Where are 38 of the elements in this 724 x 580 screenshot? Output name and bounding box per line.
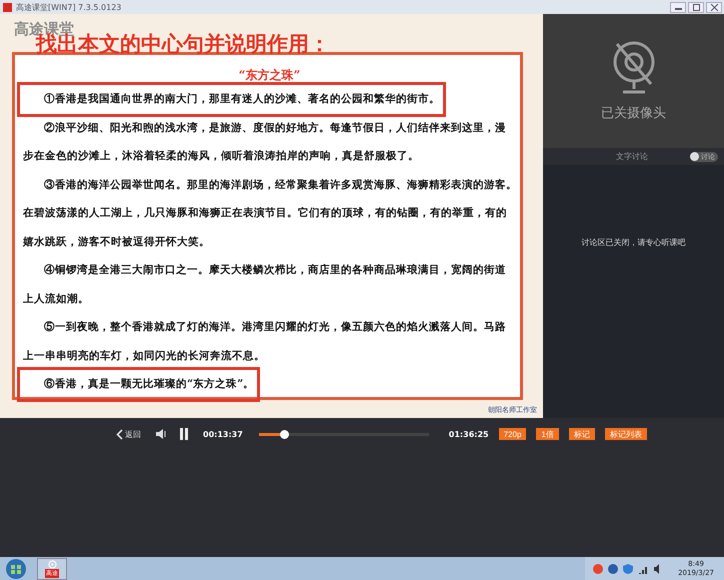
minimize-button[interactable] [670, 2, 686, 12]
paragraph-line: 步在金色的沙滩上，沐浴着轻柔的海风，倾听着浪涛拍岸的声响，真是舒服极了。 [23, 148, 419, 164]
paragraph-line: ③香港的海洋公园举世闻名。那里的海洋剧场，经常聚集着许多观赏海豚、海狮精彩表演的游客。 [43, 178, 517, 192]
window-title: 高途课堂[WIN7] 7.3.5.0123 [16, 2, 122, 12]
player-option-button[interactable]: 标记 [568, 428, 595, 440]
maximize-icon [692, 4, 700, 10]
discussion-tab[interactable]: 文字讨论 [616, 151, 648, 162]
pause-icon[interactable] [179, 428, 189, 440]
close-button[interactable] [706, 2, 722, 12]
camera-status: 已关摄像头 [601, 105, 666, 122]
paragraph-line: 上人流如潮。 [23, 292, 89, 306]
player-option-button[interactable]: 1倍 [536, 428, 559, 440]
close-icon [710, 4, 718, 10]
app-icon [3, 2, 12, 12]
progress-thumb[interactable] [280, 430, 290, 438]
back-button[interactable]: 返回 [116, 428, 141, 440]
paragraph-line: ④铜锣湾是全港三大闹市口之一。摩天大楼鳞次栉比，商店里的各种商品琳琅满目，宽阔的街道 [43, 262, 506, 278]
player-option-button[interactable]: 720p [498, 428, 526, 440]
discussion-notice: 讨论区已关闭，请专心听课吧 [582, 237, 686, 249]
paragraph-line: ⑤一到夜晚，整个香港就成了灯的海洋。港湾里闪耀的灯光，像五颜六色的焰火溅落人间。马路 [43, 320, 506, 335]
chevron-left-icon [116, 428, 123, 440]
help-icon[interactable] [608, 564, 618, 574]
start-orb-icon[interactable] [5, 558, 27, 580]
shield-icon[interactable] [623, 564, 634, 574]
paragraph-line: ①香港是我国通向世界的南大门，那里有迷人的沙滩、著名的公园和繁华的街市。 [43, 92, 440, 107]
play-circle-icon [48, 560, 56, 568]
input-method-icon[interactable] [593, 564, 604, 574]
elapsed-time: 00:13:37 [203, 430, 243, 438]
paragraph-line: 在碧波荡漾的人工湖上，几只海豚和海狮正在表演节目。它们有的顶球，有的钻圈，有的举重，有的 [23, 206, 507, 221]
paragraph-line: ⑥香港，真是一颗无比璀璨的“东方之珠”。 [43, 376, 254, 392]
duration-time: 01:36:25 [448, 430, 489, 438]
paragraph-line: 上一串串明亮的车灯，如同闪光的长河奔流不息。 [23, 348, 265, 364]
speaker-icon[interactable] [155, 428, 167, 440]
player-option-button[interactable]: 标记列表 [604, 428, 647, 440]
document-title: “东方之珠” [238, 67, 302, 84]
maximize-button[interactable] [688, 2, 704, 12]
paragraph-line: ②浪平沙细、阳光和煦的浅水湾，是旅游、度假的好地方。每逢节假日，人们结伴来到这里，漫 [43, 120, 506, 136]
paragraph-line: 嬉水跳跃，游客不时被逗得开怀大笑。 [23, 234, 210, 250]
